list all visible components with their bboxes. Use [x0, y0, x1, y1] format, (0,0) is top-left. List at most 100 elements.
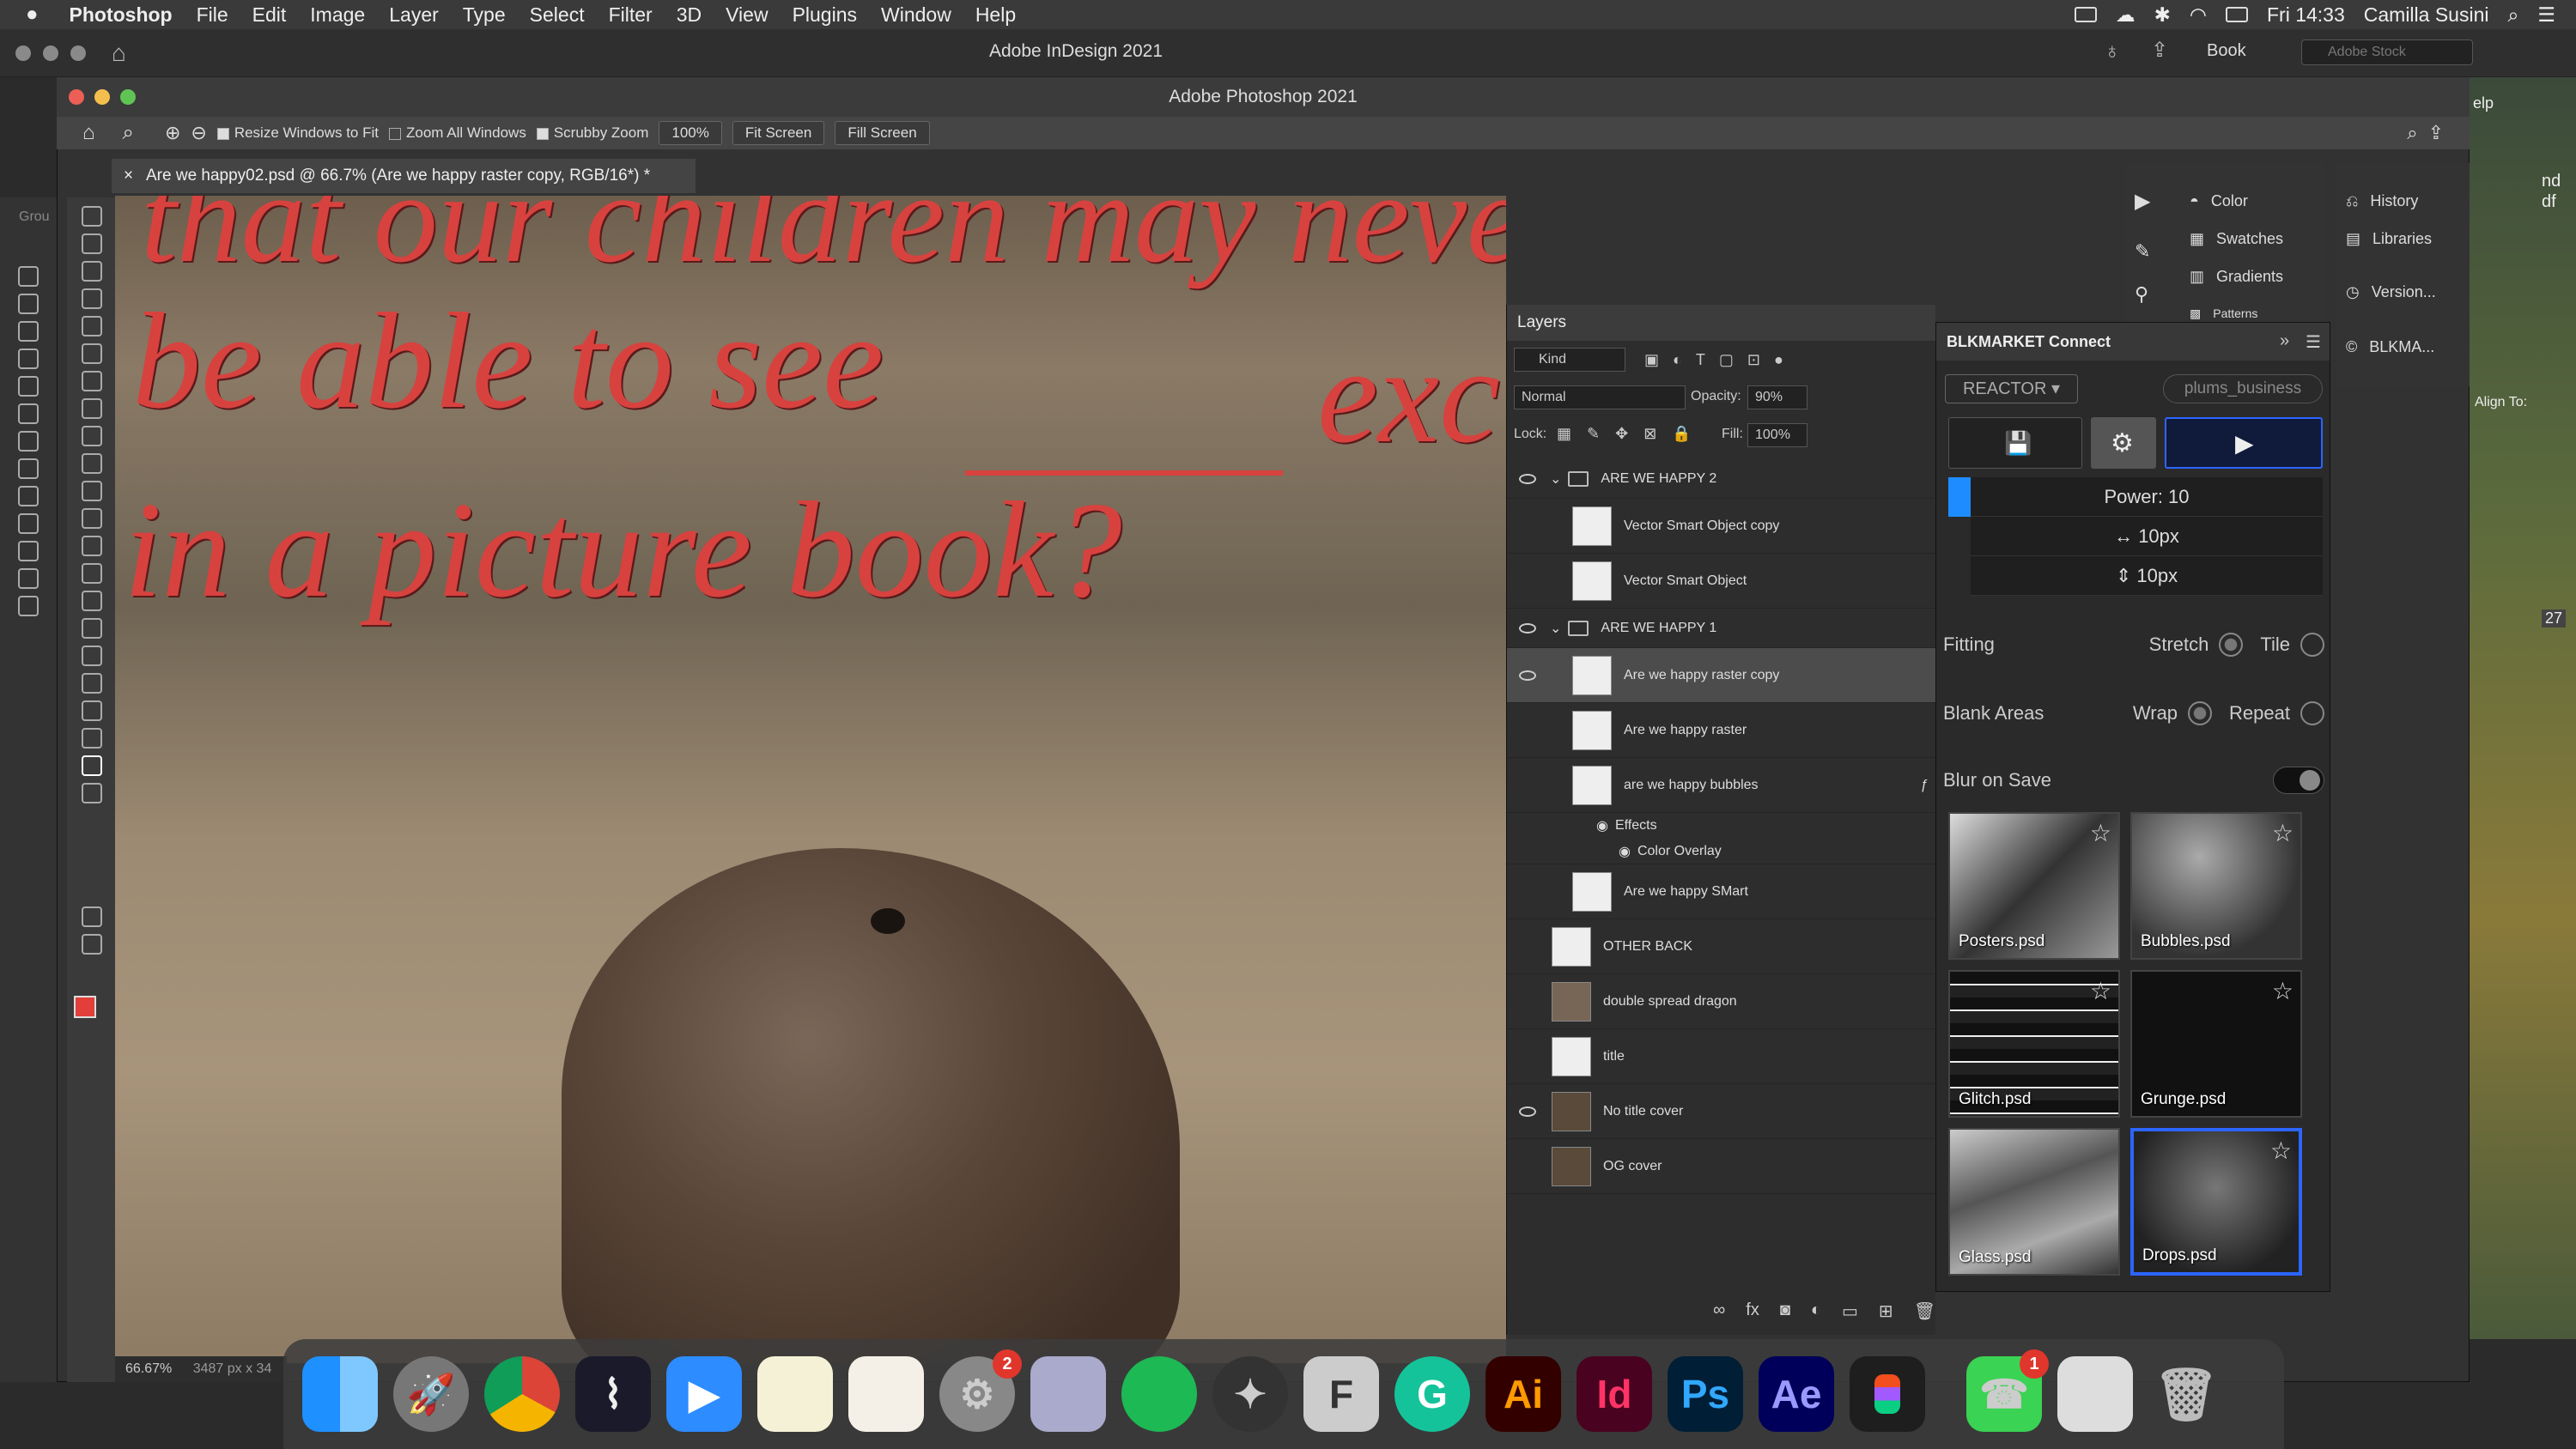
lasso-tool-icon[interactable]: [82, 261, 102, 282]
zoom-window-dot[interactable]: [70, 45, 86, 61]
type-tool-icon[interactable]: [18, 403, 39, 424]
dock-fontbook-icon[interactable]: F: [1303, 1356, 1379, 1432]
save-button[interactable]: 💾: [1948, 417, 2082, 469]
frame-tool-icon[interactable]: [18, 376, 39, 397]
zoom-in-icon[interactable]: ⊕: [165, 122, 180, 144]
menu-image[interactable]: Image: [310, 3, 365, 27]
eraser-tool-icon[interactable]: [82, 508, 102, 529]
dock-launchpad-icon[interactable]: 🚀: [393, 1356, 469, 1432]
pen-tool-icon[interactable]: [18, 321, 39, 342]
panel-menu-icon[interactable]: ☰: [2306, 331, 2321, 353]
home-icon[interactable]: ⌂: [112, 39, 126, 67]
reactor-dropdown[interactable]: REACTOR ▾: [1945, 374, 2078, 403]
ps-zoom-dot[interactable]: [120, 89, 136, 105]
visibility-eye-icon[interactable]: [1519, 1106, 1536, 1117]
close-tab-icon[interactable]: ×: [124, 159, 133, 193]
dock-indesign-icon[interactable]: Id: [1577, 1356, 1652, 1432]
account-pill[interactable]: plums_business: [2163, 374, 2323, 403]
settings-button[interactable]: ⚙: [2091, 417, 2156, 469]
hand-tool-icon[interactable]: [18, 568, 39, 589]
menu-type[interactable]: Type: [463, 3, 506, 27]
frame-tool-icon[interactable]: [82, 343, 102, 364]
layer-are-we-happy-bubbles[interactable]: are we happy bubbles ƒ: [1507, 758, 1936, 813]
layer-title[interactable]: title: [1507, 1029, 1936, 1084]
favorite-star-icon[interactable]: ☆: [2090, 977, 2111, 1005]
filter-smart-object-icon[interactable]: ⊡: [1747, 351, 1760, 369]
layer-group-are-we-happy-2[interactable]: ⌄ ARE WE HAPPY 2: [1507, 459, 1936, 499]
dock-spotify-icon[interactable]: [1121, 1356, 1197, 1432]
fx-icon[interactable]: fx: [1746, 1300, 1759, 1322]
layer-are-we-happy-raster-copy[interactable]: Are we happy raster copy: [1507, 648, 1936, 703]
fit-screen-button[interactable]: Fit Screen: [732, 121, 825, 145]
adobe-stock-search[interactable]: Adobe Stock: [2301, 39, 2473, 65]
eyedropper-tool-icon[interactable]: [82, 371, 102, 391]
lock-all-icon[interactable]: 🔒: [1672, 425, 1691, 443]
tile-radio[interactable]: [2300, 633, 2324, 657]
menu-plugins[interactable]: Plugins: [793, 3, 857, 27]
resize-windows-checkbox[interactable]: Resize Windows to Fit: [216, 124, 379, 142]
dock-textedit-icon[interactable]: [848, 1356, 924, 1432]
visibility-eye-icon[interactable]: [1519, 473, 1536, 484]
foreground-color-swatch[interactable]: [74, 996, 96, 1018]
menu-help[interactable]: Help: [975, 3, 1016, 27]
layer-vector-smart-object[interactable]: Vector Smart Object: [1507, 554, 1936, 609]
zoom-100-button[interactable]: 100%: [659, 121, 722, 145]
creative-cloud-icon[interactable]: ☁: [2116, 3, 2136, 27]
share-icon[interactable]: ⇪: [2151, 38, 2168, 63]
link-layers-icon[interactable]: ∞: [1713, 1300, 1725, 1322]
menu-edit[interactable]: Edit: [252, 3, 287, 27]
new-group-icon[interactable]: ▭: [1842, 1300, 1858, 1322]
effect-eye-icon[interactable]: ◉: [1596, 817, 1608, 834]
scrubby-zoom-checkbox[interactable]: Scrubby Zoom: [536, 124, 648, 142]
dock-trash-icon[interactable]: 🗑: [2148, 1356, 2224, 1432]
healing-brush-tool-icon[interactable]: [82, 398, 102, 419]
spotlight-icon[interactable]: ⌕: [2507, 3, 2518, 27]
zoom-tool-icon[interactable]: [82, 755, 102, 776]
screen-mode-icon[interactable]: [82, 934, 102, 955]
search-icon[interactable]: ⌕: [2407, 122, 2417, 144]
expand-icon[interactable]: »: [2280, 331, 2289, 351]
panel-patterns[interactable]: ▩ Patterns: [2190, 306, 2257, 321]
dock-facetime-icon[interactable]: ☎ 1: [1966, 1349, 2049, 1432]
panel-gradients[interactable]: ▥ Gradients: [2190, 268, 2283, 286]
layer-filter-kind[interactable]: Kind: [1514, 348, 1625, 372]
repeat-radio[interactable]: [2300, 701, 2324, 725]
dock-finder-icon[interactable]: [302, 1356, 378, 1432]
layer-are-we-happy-smart[interactable]: Are we happy SMart: [1507, 864, 1936, 919]
blur-on-save-toggle[interactable]: [2273, 767, 2324, 794]
zoom-out-icon[interactable]: ⊖: [191, 122, 206, 144]
layer-effect-color-overlay[interactable]: ◉ Color Overlay: [1507, 839, 1936, 864]
adjust-icon[interactable]: ⚲: [2135, 283, 2148, 306]
direct-select-tool-icon[interactable]: [18, 294, 39, 314]
path-select-tool-icon[interactable]: [82, 673, 102, 694]
fx-icon[interactable]: ƒ: [1920, 778, 1928, 793]
magic-wand-tool-icon[interactable]: [82, 288, 102, 309]
play-button[interactable]: ▶: [2165, 417, 2323, 469]
brush-settings-icon[interactable]: ✎: [2135, 240, 2150, 263]
chevron-down-icon[interactable]: ⌄: [1550, 620, 1561, 637]
visibility-eye-icon[interactable]: [1519, 622, 1536, 634]
lightbulb-icon[interactable]: ♁: [2104, 38, 2121, 64]
preset-bubbles[interactable]: ☆ Bubbles.psd: [2130, 812, 2302, 960]
wrap-radio[interactable]: [2188, 701, 2213, 725]
line-tool-icon[interactable]: [18, 431, 39, 452]
zoom-all-checkbox[interactable]: Zoom All Windows: [389, 124, 526, 142]
favorite-star-icon[interactable]: ☆: [2272, 819, 2293, 847]
battery-icon[interactable]: [2226, 7, 2248, 22]
favorite-star-icon[interactable]: ☆: [2090, 819, 2111, 847]
home-icon[interactable]: ⌂: [82, 121, 95, 145]
pencil-tool-icon[interactable]: [18, 349, 39, 369]
control-center-icon[interactable]: ☰: [2537, 3, 2555, 27]
ps-minimize-dot[interactable]: [94, 89, 110, 105]
share-icon[interactable]: ⇪: [2428, 122, 2444, 144]
menu-app-photoshop[interactable]: Photoshop: [70, 3, 173, 27]
lock-artboard-icon[interactable]: ⊠: [1643, 425, 1656, 443]
close-window-dot[interactable]: [15, 45, 31, 61]
menu-file[interactable]: File: [197, 3, 228, 27]
dock-notes-icon[interactable]: [757, 1356, 833, 1432]
marquee-tool-icon[interactable]: [82, 233, 102, 254]
dock-preview-icon[interactable]: [1030, 1356, 1106, 1432]
menu-select[interactable]: Select: [530, 3, 585, 27]
dock-photoshop-icon[interactable]: Ps: [1668, 1356, 1743, 1432]
type-tool-icon[interactable]: [82, 646, 102, 666]
